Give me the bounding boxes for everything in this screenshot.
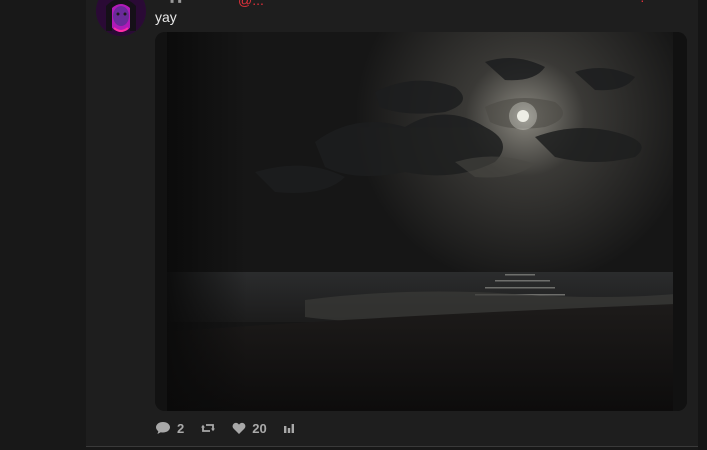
page: ▪ ▪ @... · yay 2 20 [0,0,707,450]
heart-icon [232,422,246,434]
scroll-gutter [698,0,707,450]
repost-button[interactable] [200,421,216,435]
author-handle[interactable]: @... [238,0,264,8]
post-media-image[interactable] [155,32,687,411]
reply-button[interactable]: 2 [155,421,184,436]
comment-icon [156,422,170,434]
post-actions: 2 20 [155,419,311,437]
reply-count: 2 [177,420,185,436]
night-beach-photo [155,32,687,411]
stats-button[interactable] [283,422,295,434]
bar-chart-icon [283,424,294,433]
header-indicator: · [640,0,645,8]
header-icons: ▪ ▪ [170,0,182,8]
like-count: 20 [252,420,267,436]
like-button[interactable]: 20 [232,420,267,436]
repost-icon [201,424,216,432]
post-text: yay [155,9,177,25]
